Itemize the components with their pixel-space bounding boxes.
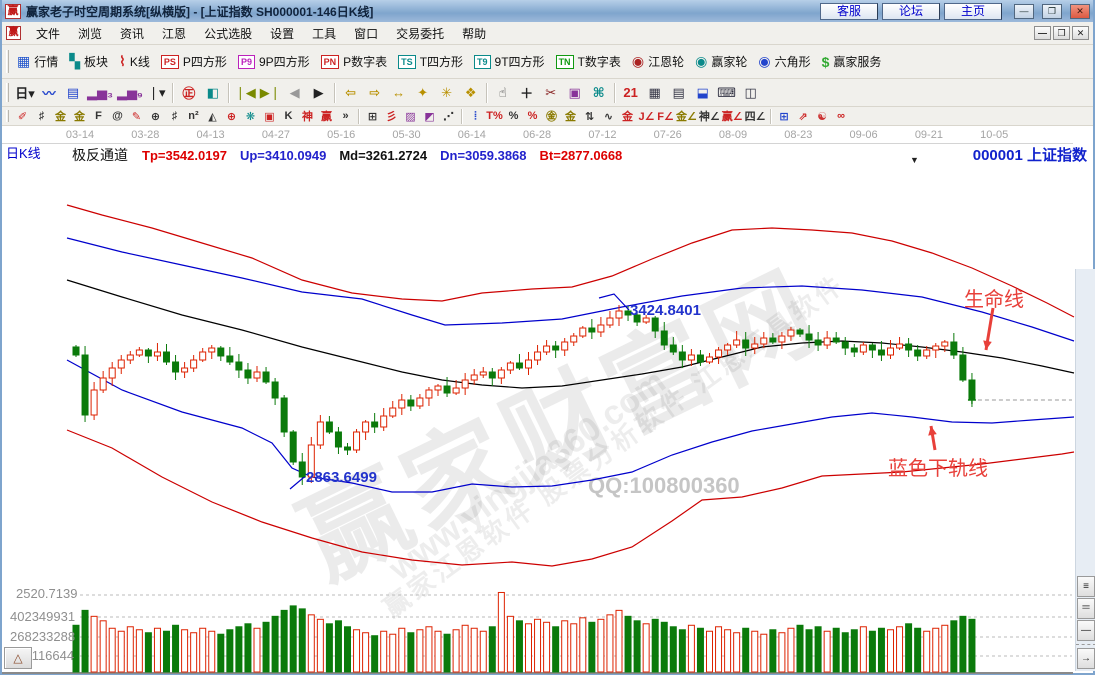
indicator-value: Tp=3542.0197 xyxy=(142,148,227,163)
blue-lower-line-annotation: 蓝色下轨线 xyxy=(888,452,988,481)
volume-indicator-button[interactable]: △ xyxy=(4,647,32,669)
indicator-value: Dn=3059.3868 xyxy=(440,148,526,163)
scale-caret-icon[interactable]: ▼ xyxy=(910,155,919,165)
stock-label: 000001 上证指数 xyxy=(973,144,1087,165)
candles-layer xyxy=(73,305,975,485)
indicator-values: Tp=3542.0197 Up=3410.0949 Md=3261.2724 Dn=3… xyxy=(142,148,635,163)
panes-two-button[interactable]: ＝ xyxy=(1077,598,1095,619)
indicator-name: 极反通道 xyxy=(72,147,128,163)
channel-lines xyxy=(67,205,1074,566)
app-window: 赢 赢家老子时空周期系统[纵横版] - [上证指数 SH000001-146日K… xyxy=(0,0,1095,675)
low-value-label: 2863.6499 xyxy=(306,469,377,486)
volume-axis-label: 268233288 xyxy=(10,629,75,644)
indicator-value: Up=3410.0949 xyxy=(240,148,326,163)
indicator-value: Md=3261.2724 xyxy=(339,148,427,163)
indicator-value: Bt=2877.0668 xyxy=(540,148,623,163)
volume-layer xyxy=(73,592,975,672)
indicator-header: 极反通道 Tp=3542.0197 Up=3410.0949 Md=3261.2724… xyxy=(72,145,635,165)
stock-code: 000001 xyxy=(973,147,1023,164)
peak-value-label: 3424.8401 xyxy=(630,302,701,319)
volume-axis-label: 402349931 xyxy=(10,609,75,624)
volume-axis-label: 2520.7139 xyxy=(16,586,77,601)
life-line-annotation: 生命线 xyxy=(964,283,1024,312)
panes-three-button[interactable]: ≡ xyxy=(1077,576,1095,597)
strip-divider xyxy=(1076,644,1095,645)
pane-arrow-button[interactable]: → xyxy=(1077,648,1095,669)
stock-name: 上证指数 xyxy=(1027,147,1087,164)
panes-one-button[interactable]: — xyxy=(1077,620,1095,641)
kline-chart-canvas[interactable] xyxy=(2,0,1095,675)
pane-buttons: ≡＝— → xyxy=(1076,575,1095,670)
right-pane-strip: ≡＝— → xyxy=(1075,269,1095,671)
